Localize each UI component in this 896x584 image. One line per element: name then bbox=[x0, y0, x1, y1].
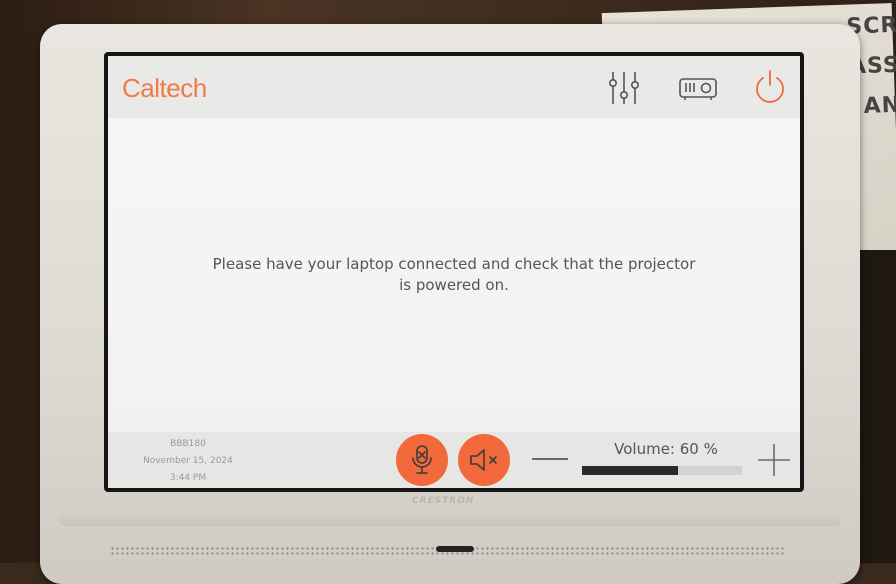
paper-text-3: AN bbox=[863, 92, 896, 120]
volume-down-button[interactable] bbox=[532, 458, 568, 460]
speaker-mute-button[interactable] bbox=[458, 434, 510, 486]
power-icon[interactable] bbox=[750, 68, 790, 112]
mic-mute-button[interactable] bbox=[396, 434, 448, 486]
caltech-logo: Caltech bbox=[122, 73, 207, 103]
room-info: BBB180 November 15, 2024 3:44 PM bbox=[118, 436, 258, 487]
brand-label: CRESTRON bbox=[412, 496, 475, 506]
status-message-line2: is powered on. bbox=[399, 276, 509, 294]
microphone-mute-icon bbox=[412, 445, 432, 474]
header-bar: Caltech bbox=[108, 56, 800, 118]
bezel-lip bbox=[60, 512, 840, 526]
speaker-mute-icon bbox=[470, 449, 497, 471]
volume-bar-fill bbox=[582, 466, 678, 475]
main-content: Please have your laptop connected and ch… bbox=[108, 118, 800, 436]
time-label: 3:44 PM bbox=[169, 473, 207, 483]
footer-bar: BBB180 November 15, 2024 3:44 PM Volume:… bbox=[108, 432, 800, 488]
projector-icon[interactable] bbox=[676, 68, 720, 112]
date-label: November 15, 2024 bbox=[143, 456, 233, 466]
status-message: Please have your laptop connected and ch… bbox=[168, 254, 740, 296]
status-message-line1: Please have your laptop connected and ch… bbox=[212, 255, 696, 273]
audio-settings-icon[interactable] bbox=[604, 68, 644, 112]
volume-label: Volume: 60 % bbox=[614, 440, 718, 458]
room-name: BBB180 bbox=[170, 439, 206, 449]
touch-screen: Caltech Please have your laptop connecte… bbox=[108, 56, 800, 488]
volume-up-button[interactable] bbox=[756, 442, 792, 478]
volume-bar[interactable] bbox=[582, 466, 742, 475]
bezel-indicator bbox=[436, 546, 474, 552]
